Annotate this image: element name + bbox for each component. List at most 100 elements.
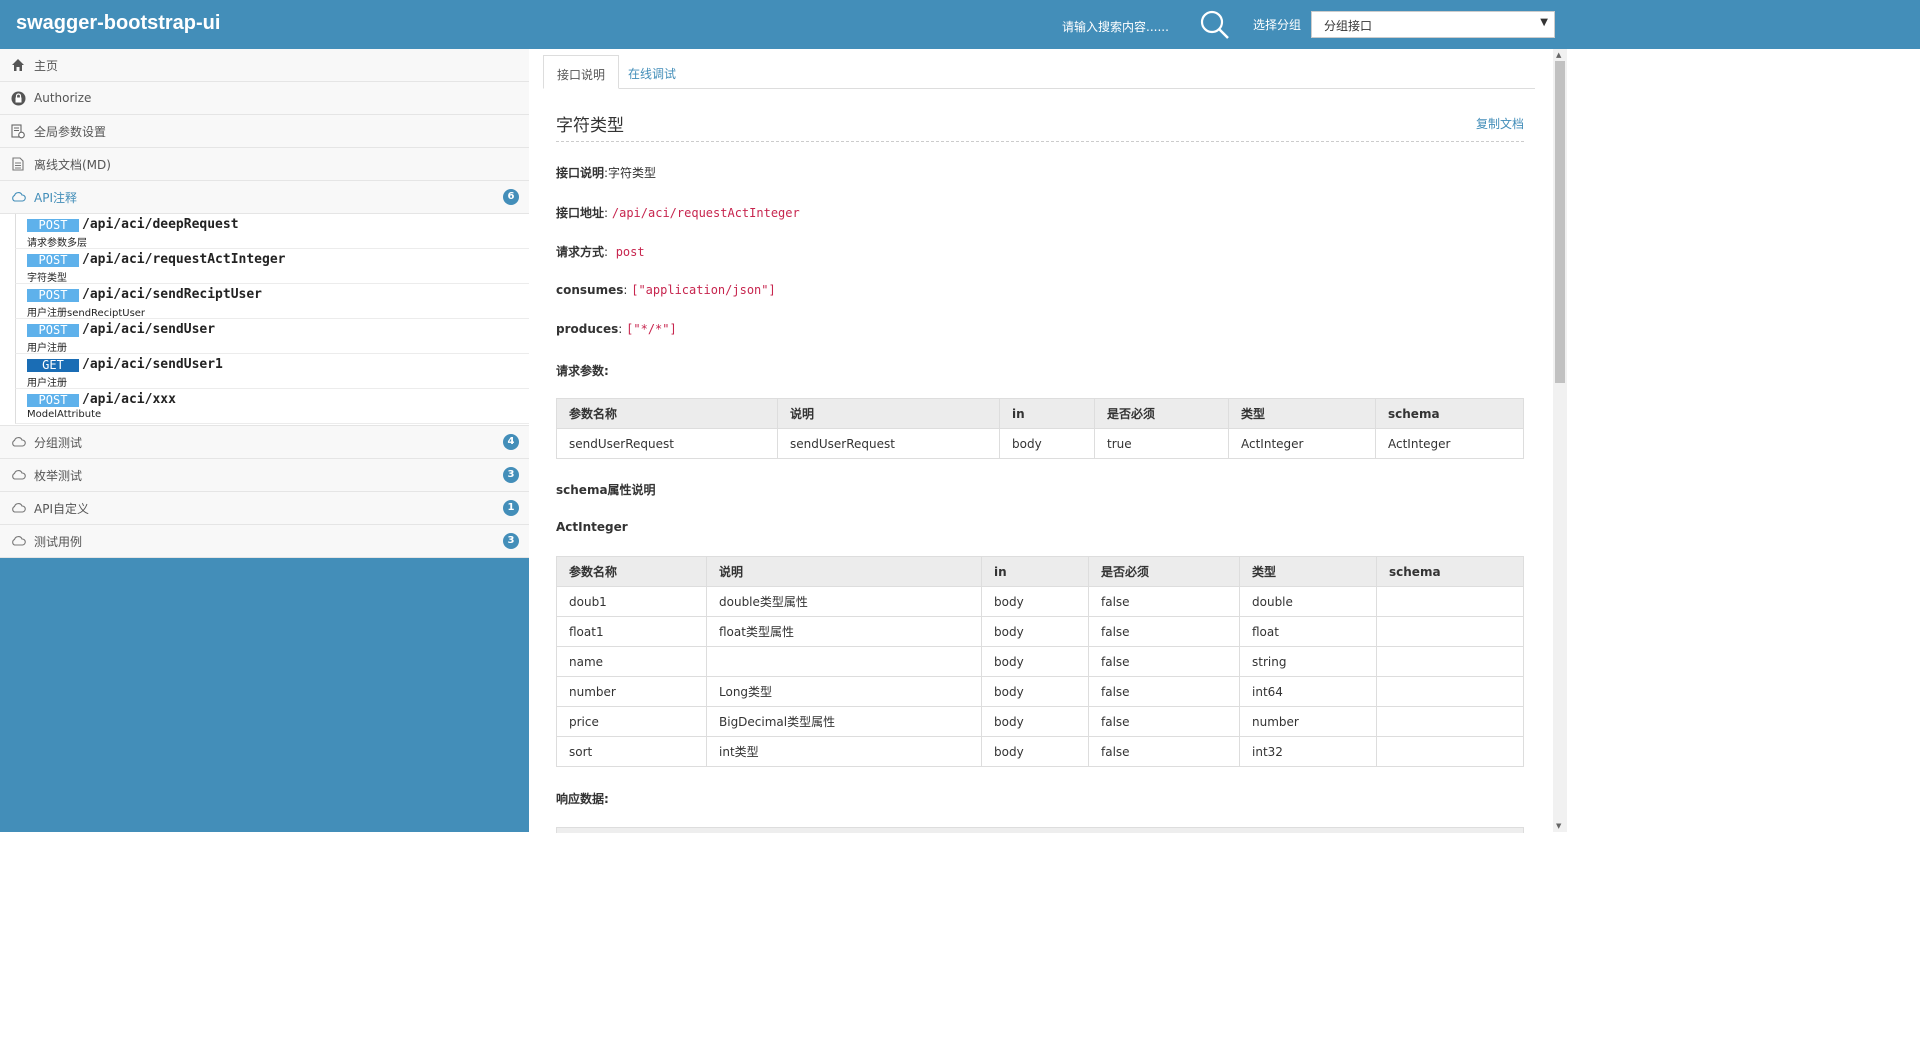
column-header: schema [1376, 556, 1524, 587]
table-cell: false [1088, 646, 1240, 677]
sidebar-item-global-params[interactable]: 全局参数设置 [0, 115, 529, 148]
count-badge: 6 [503, 189, 519, 205]
count-badge: 4 [503, 434, 519, 450]
brand-title[interactable]: swagger-bootstrap-ui [16, 12, 220, 35]
cloud-icon [10, 533, 26, 549]
table-cell: price [556, 706, 707, 737]
api-item-xxx[interactable]: POST /api/aci/xxx ModelAttribute [15, 389, 529, 424]
sidebar-item-home[interactable]: 主页 [0, 49, 529, 82]
group-select[interactable]: 分组接口 ▼ [1311, 11, 1555, 38]
table-cell: sendUserRequest [777, 428, 1000, 459]
table-cell: Long类型 [706, 676, 982, 707]
table-row: sendUserRequest sendUserRequest body tru… [556, 428, 1524, 459]
schema-heading: schema属性说明 [556, 483, 656, 497]
file-icon [10, 156, 26, 172]
search-icon[interactable] [1200, 10, 1230, 40]
table-header-row: 参数名称 说明 in 是否必须 类型 schema [556, 398, 1524, 429]
sidebar-item-label: 离线文档(MD) [34, 157, 111, 172]
table-cell: int类型 [706, 736, 982, 767]
chevron-down-icon: ▼ [1540, 17, 1548, 28]
api-item-send-recipt-user[interactable]: POST /api/aci/sendReciptUser 用户注册sendRec… [15, 284, 529, 319]
scroll-up-arrow-icon[interactable]: ▲ [1556, 51, 1561, 59]
field-consumes: consumes: ["application/json"] [556, 283, 776, 297]
sidebar-group-api-custom[interactable]: API自定义 1 [0, 492, 529, 525]
sidebar-group-label: API自定义 [34, 501, 89, 516]
home-icon [10, 57, 26, 73]
sidebar-item-authorize[interactable]: Authorize [0, 82, 529, 115]
scrollbar-thumb[interactable] [1555, 61, 1565, 383]
sidebar-item-offline-doc[interactable]: 离线文档(MD) [0, 148, 529, 181]
table-cell: doub1 [556, 586, 707, 617]
tab-api-doc[interactable]: 接口说明 [543, 55, 620, 89]
column-header: 类型 [1239, 556, 1377, 587]
divider [556, 141, 1524, 142]
api-item-send-user1[interactable]: GET /api/aci/sendUser1 用户注册 [15, 354, 529, 389]
group-select-label: 选择分组 [1253, 18, 1302, 32]
api-description: 用户注册sendReciptUser [27, 308, 146, 319]
api-path: /api/aci/deepRequest [82, 217, 239, 232]
sidebar-group-test-case[interactable]: 测试用例 3 [0, 525, 529, 558]
table-cell: false [1088, 706, 1240, 737]
table-cell: true [1094, 428, 1229, 459]
table-cell: double类型属性 [706, 586, 982, 617]
field-value: /api/aci/requestActInteger [611, 206, 800, 220]
field-label: produces [556, 322, 619, 336]
search-input[interactable]: 请输入搜索内容...... [1062, 18, 1169, 35]
params-heading: 请求参数: [556, 364, 609, 378]
sidebar: 主页 Authorize 全局参数设置 离线文档(MD) API注释 6 POS… [0, 49, 529, 832]
cloud-icon [10, 434, 26, 450]
table-row: name body false string [556, 646, 1524, 677]
api-description: 请求参数多层 [27, 238, 87, 249]
tab-online-debug[interactable]: 在线调试 [615, 55, 689, 89]
column-header: 类型 [1228, 398, 1376, 429]
api-path: /api/aci/xxx [82, 392, 176, 407]
method-badge: GET [27, 359, 79, 372]
api-path: /api/aci/requestActInteger [82, 252, 286, 267]
params-table: 参数名称 说明 in 是否必须 类型 schema sendUserReques… [556, 398, 1524, 459]
table-cell: false [1088, 586, 1240, 617]
method-badge: POST [27, 289, 79, 302]
table-cell: int32 [1239, 736, 1377, 767]
table-cell: number [556, 676, 707, 707]
column-header: 参数名称 [556, 556, 707, 587]
sidebar-group-label: 枚举测试 [34, 468, 83, 483]
table-cell: false [1088, 736, 1240, 767]
table-cell [706, 646, 982, 677]
table-cell: float类型属性 [706, 616, 982, 647]
table-cell: double [1239, 586, 1377, 617]
sidebar-group-api-annotation[interactable]: API注释 6 [0, 181, 529, 214]
top-bar: swagger-bootstrap-ui 请输入搜索内容...... 选择分组 … [0, 0, 1920, 49]
copy-doc-link[interactable]: 复制文档 [1476, 115, 1524, 132]
column-header: schema [1375, 398, 1524, 429]
field-value: ["application/json"] [631, 283, 776, 297]
sidebar-group-group-test[interactable]: 分组测试 4 [0, 426, 529, 459]
table-cell [1376, 586, 1524, 617]
method-badge: POST [27, 394, 79, 407]
table-cell [1376, 706, 1524, 737]
count-badge: 3 [503, 533, 519, 549]
api-item-deep-request[interactable]: POST /api/aci/deepRequest 请求参数多层 [15, 214, 529, 249]
table-cell: false [1088, 616, 1240, 647]
field-value: :字符类型 [604, 166, 657, 180]
table-row: price BigDecimal类型属性 body false number [556, 706, 1524, 737]
count-badge: 3 [503, 467, 519, 483]
sidebar-item-label: 主页 [34, 58, 59, 73]
table-cell: name [556, 646, 707, 677]
api-path: /api/aci/sendUser1 [82, 357, 223, 372]
tab-bar: 接口说明 在线调试 [543, 55, 1535, 89]
table-cell: body [981, 676, 1089, 707]
scrollbar[interactable]: ▲ ▼ [1553, 49, 1567, 832]
api-item-request-act-integer[interactable]: POST /api/aci/requestActInteger 字符类型 [15, 249, 529, 284]
table-cell: number [1239, 706, 1377, 737]
column-header: 参数名称 [556, 398, 778, 429]
column-header: 说明 [777, 398, 1000, 429]
table-row: sort int类型 body false int32 [556, 736, 1524, 767]
scroll-down-arrow-icon[interactable]: ▼ [1556, 822, 1561, 830]
sidebar-group-label: API注释 [34, 190, 77, 205]
api-item-send-user[interactable]: POST /api/aci/sendUser 用户注册 [15, 319, 529, 354]
table-cell: false [1088, 676, 1240, 707]
api-description: 用户注册 [27, 343, 67, 354]
table-cell: float1 [556, 616, 707, 647]
api-path: /api/aci/sendReciptUser [82, 287, 263, 302]
sidebar-group-enum-test[interactable]: 枚举测试 3 [0, 459, 529, 492]
